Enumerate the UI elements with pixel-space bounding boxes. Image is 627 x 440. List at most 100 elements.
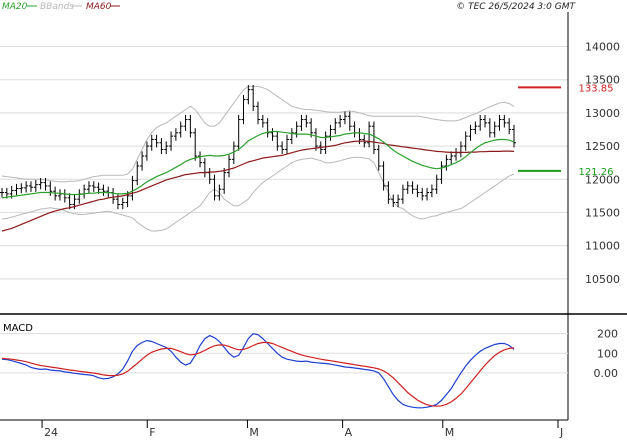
price-bar <box>487 118 492 138</box>
price-bar <box>260 114 265 128</box>
price-bar <box>352 121 357 138</box>
price-bar <box>62 189 67 203</box>
x-tick-label: M <box>249 426 259 439</box>
bbands-upper-line <box>1 85 515 183</box>
price-bar <box>328 124 333 141</box>
price-bar <box>410 181 415 194</box>
price-bar <box>149 134 154 151</box>
price-bar <box>33 179 38 192</box>
price-tick-label: 11000 <box>585 240 620 253</box>
chart-legend: MA20 BBands MA60 © TEC 26/5/2024 3:0 GMT <box>2 2 577 12</box>
copyright-text: © TEC 26/5/2024 3:0 GMT <box>456 2 576 12</box>
price-bar <box>425 187 430 201</box>
price-bar <box>439 161 444 184</box>
price-bar <box>227 154 232 178</box>
macd-y-axis: 0.00 100 200 <box>594 328 619 380</box>
macd-title: MACD <box>3 323 33 334</box>
price-bar <box>405 181 410 194</box>
price-bar <box>420 187 425 201</box>
price-bar <box>458 141 463 158</box>
x-axis: 24 F M A M J <box>41 420 563 439</box>
price-bar <box>241 94 246 125</box>
price-gridlines <box>0 46 568 280</box>
price-bar <box>14 183 19 196</box>
price-bar <box>338 114 343 128</box>
price-bar <box>473 121 478 135</box>
price-bar <box>502 114 507 128</box>
price-bar <box>207 167 212 184</box>
price-tick-label: 14000 <box>585 41 620 54</box>
price-bar <box>164 141 169 155</box>
price-bar <box>333 118 338 135</box>
price-bar <box>135 161 140 186</box>
x-tick-label: F <box>149 426 155 439</box>
price-bar <box>299 114 304 131</box>
price-bar <box>434 174 439 194</box>
price-bar <box>512 124 516 148</box>
price-bar <box>478 114 483 131</box>
price-bar <box>492 121 497 138</box>
price-bar <box>391 194 396 208</box>
price-bar <box>106 186 111 198</box>
macd-tick-label: 0.00 <box>594 367 619 380</box>
price-bar <box>463 131 468 151</box>
price-bar <box>193 128 198 161</box>
price-bar <box>415 184 420 198</box>
macd-lines <box>1 333 515 409</box>
legend-ma20-label: MA20 <box>2 2 28 12</box>
price-bar <box>497 114 502 131</box>
price-bar <box>454 148 459 161</box>
price-bar <box>371 121 376 155</box>
price-bars <box>0 85 516 210</box>
price-bar <box>429 184 434 198</box>
price-bar <box>400 184 405 204</box>
price-bar <box>342 111 347 125</box>
price-bar <box>86 181 91 194</box>
price-bar <box>483 114 488 128</box>
price-tick-label: 12000 <box>585 173 620 186</box>
price-bar <box>304 114 309 128</box>
price-bar <box>275 131 280 151</box>
legend-ma60-label: MA60 <box>86 2 112 12</box>
price-bar <box>507 118 512 135</box>
price-bar <box>120 197 125 210</box>
price-tick-label: 12500 <box>585 140 620 153</box>
price-bar <box>91 181 96 192</box>
price-bar <box>289 128 294 145</box>
macd-tick-label: 200 <box>597 328 618 341</box>
x-tick-label: 24 <box>44 426 58 439</box>
x-tick-label: M <box>445 426 455 439</box>
price-bar <box>173 128 178 141</box>
price-bar <box>294 121 299 138</box>
price-tick-label: 13500 <box>585 74 620 87</box>
price-bar <box>468 124 473 141</box>
price-bar <box>154 134 159 148</box>
price-bar <box>111 187 116 204</box>
price-bar <box>188 114 193 138</box>
price-bar <box>347 111 352 131</box>
price-bar <box>24 181 29 193</box>
price-bar <box>19 183 24 194</box>
price-bar <box>48 181 53 196</box>
price-bar <box>178 121 183 138</box>
price-annotations: 133.85121.26 <box>518 83 614 178</box>
stock-chart: MA20 BBands MA60 © TEC 26/5/2024 3:0 GMT… <box>0 2 627 439</box>
price-bar <box>67 193 72 210</box>
x-tick-label: A <box>345 426 353 439</box>
macd-tick-label: 100 <box>597 347 618 360</box>
legend-bbands-label: BBands <box>40 2 74 12</box>
price-bar <box>0 187 4 198</box>
price-bar <box>251 85 256 111</box>
price-bar <box>183 114 188 131</box>
price-bar <box>144 141 149 161</box>
price-bar <box>28 181 33 192</box>
price-bar <box>270 128 275 141</box>
price-bar <box>280 141 285 155</box>
price-bar <box>77 189 82 204</box>
price-bar <box>444 154 449 171</box>
price-bar <box>449 151 454 165</box>
price-tick-label: 13000 <box>585 107 620 120</box>
price-bar <box>222 167 227 194</box>
price-bar <box>386 181 391 204</box>
price-bar <box>212 174 217 201</box>
